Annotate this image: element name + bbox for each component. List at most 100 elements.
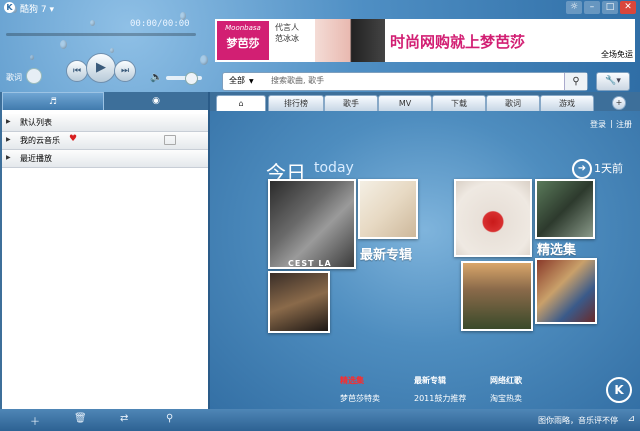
album-cover[interactable] bbox=[461, 261, 533, 331]
delete-icon[interactable]: 🗑 bbox=[74, 413, 87, 424]
tab-singers[interactable]: 歌手 bbox=[324, 95, 378, 111]
search-box: 全部▼ ⚲ bbox=[222, 72, 588, 91]
skip-back-icon: ⏮ bbox=[72, 66, 82, 76]
wrench-icon: 🔧▾ bbox=[605, 76, 621, 86]
maximize-button[interactable]: □ bbox=[602, 1, 618, 14]
volume-knob[interactable] bbox=[185, 72, 199, 85]
kugou-window: K 酷狗 7 ▾ ☼ – □ ✕ 00:00/00:00 歌词 ⏮ ▶ ⏭ 🔈 bbox=[0, 0, 640, 431]
music-tab[interactable]: ♬ bbox=[2, 92, 104, 111]
playlist-item[interactable]: ▶ 默认列表 bbox=[2, 114, 208, 132]
water-drop bbox=[60, 40, 67, 49]
skin-button[interactable]: ☼ bbox=[566, 1, 582, 14]
grip-icon[interactable]: ⊿ bbox=[627, 414, 635, 424]
triangle-right-icon: ▶ bbox=[6, 118, 11, 125]
skip-forward-icon: ⏭ bbox=[120, 66, 130, 76]
account-separator: | bbox=[610, 119, 613, 128]
lyrics-toggle[interactable]: 歌词 bbox=[6, 72, 22, 83]
add-tab-button[interactable]: + bbox=[612, 96, 626, 110]
previous-button[interactable]: ⏮ bbox=[66, 60, 88, 82]
minimize-button[interactable]: – bbox=[584, 1, 600, 14]
status-text: 图你雨略，音乐评不停 bbox=[538, 416, 618, 425]
app-title[interactable]: 酷狗 7 ▾ bbox=[20, 2, 54, 15]
home-icon: ⌂ bbox=[238, 99, 244, 108]
tab-lyrics[interactable]: 歌词 bbox=[486, 95, 540, 111]
album-cover[interactable] bbox=[268, 271, 330, 333]
sort-icon[interactable]: ⇄ bbox=[120, 413, 128, 424]
left-panel-tabs: ♬ ◉ bbox=[2, 92, 208, 111]
disc-icon: ◉ bbox=[152, 96, 160, 106]
album-cover[interactable] bbox=[358, 179, 418, 239]
tab-download[interactable]: 下载 bbox=[432, 95, 486, 111]
water-drop bbox=[200, 55, 208, 65]
main-tabs: ⌂ 排行榜 歌手 MV 下载 歌词 游戏 + bbox=[210, 95, 640, 111]
heart-icon: ♥ bbox=[69, 134, 78, 144]
playlist-item[interactable]: ▶ 我的云音乐 ♥ bbox=[2, 132, 208, 150]
triangle-right-icon: ▶ bbox=[6, 154, 11, 161]
play-icon: ▶ bbox=[96, 60, 106, 75]
playlist-label: 默认列表 bbox=[20, 118, 52, 127]
promo-link[interactable]: 淘宝热卖 bbox=[490, 393, 522, 404]
water-drop bbox=[110, 48, 114, 53]
search-icon[interactable]: ⚲ bbox=[166, 413, 173, 424]
kugou-logo-icon: K bbox=[4, 2, 15, 13]
new-album-header-link[interactable]: 最新专辑 bbox=[414, 375, 446, 386]
ad-photo bbox=[315, 19, 385, 62]
bottom-toolbar: ＋ 🗑 ⇄ ⚲ 图你雨略，音乐评不停 ⊿ bbox=[0, 409, 640, 431]
ad-footer: 全场免运 bbox=[601, 50, 633, 59]
playlist-item[interactable]: ▶ 最近播放 bbox=[2, 150, 208, 168]
play-button[interactable]: ▶ bbox=[86, 53, 116, 83]
search-icon: ⚲ bbox=[572, 76, 580, 87]
ad-brand-logo: Moonbasa 梦芭莎 bbox=[217, 21, 269, 60]
window-controls: ☼ – □ ✕ bbox=[566, 1, 636, 14]
search-category-dropdown[interactable]: 全部 ▼ bbox=[229, 75, 254, 86]
volume-icon[interactable]: 🔈 bbox=[150, 72, 162, 83]
ad-spokesperson: 代言人 范冰冰 bbox=[275, 23, 299, 43]
tab-mv[interactable]: MV bbox=[378, 95, 432, 111]
title-bar[interactable]: K 酷狗 7 ▾ ☼ – □ ✕ bbox=[0, 0, 640, 16]
home-content: 登录 | 注册 今日 today ➜ 1天前 CEST LA 最新专辑 精选集 … bbox=[210, 111, 640, 409]
tab-charts[interactable]: 排行榜 bbox=[268, 95, 324, 111]
album-cover[interactable] bbox=[535, 258, 597, 324]
volume-slider[interactable] bbox=[166, 72, 202, 85]
search-input[interactable] bbox=[271, 74, 551, 87]
days-ago-link[interactable]: 1天前 bbox=[594, 160, 623, 176]
ad-brand-en: Moonbasa bbox=[225, 24, 261, 32]
radio-tab[interactable]: ◉ bbox=[104, 92, 208, 110]
progress-bar[interactable] bbox=[6, 33, 196, 36]
today-subtitle: today bbox=[314, 160, 354, 176]
player-header: K 酷狗 7 ▾ ☼ – □ ✕ 00:00/00:00 歌词 ⏮ ▶ ⏭ 🔈 bbox=[0, 0, 640, 92]
album-cover[interactable] bbox=[454, 179, 532, 257]
tab-home[interactable]: ⌂ bbox=[216, 95, 266, 111]
ad-brand-cn: 梦芭莎 bbox=[226, 37, 260, 50]
next-button[interactable]: ⏭ bbox=[114, 60, 136, 82]
featured-label[interactable]: 精选集 bbox=[537, 239, 576, 258]
add-icon[interactable]: ＋ bbox=[30, 413, 40, 428]
tab-games[interactable]: 游戏 bbox=[540, 95, 594, 111]
plus-icon: + bbox=[615, 98, 623, 107]
promo-link[interactable]: 2011鼓力推荐 bbox=[414, 393, 466, 404]
tools-button[interactable]: 🔧▾ bbox=[596, 72, 630, 91]
water-drop bbox=[90, 20, 95, 26]
register-link[interactable]: 注册 bbox=[616, 119, 632, 130]
triangle-right-icon: ▶ bbox=[6, 136, 11, 143]
close-button[interactable]: ✕ bbox=[620, 1, 636, 14]
promo-link[interactable]: 梦芭莎特卖 bbox=[340, 393, 380, 404]
search-button[interactable]: ⚲ bbox=[564, 73, 587, 90]
arrow-right-icon[interactable]: ➜ bbox=[572, 159, 592, 179]
banner-ad[interactable]: Moonbasa 梦芭莎 代言人 范冰冰 时尚网购就上梦芭莎 全场免运 bbox=[215, 19, 635, 62]
playlist-panel: ▶ 默认列表 ▶ 我的云音乐 ♥ ▶ 最近播放 bbox=[2, 110, 208, 409]
message-icon[interactable] bbox=[164, 135, 176, 145]
login-link[interactable]: 登录 bbox=[590, 119, 606, 130]
web-hits-header-link[interactable]: 网络红歌 bbox=[490, 375, 522, 386]
ad-slogan: 时尚网购就上梦芭莎 bbox=[390, 33, 526, 51]
new-album-label[interactable]: 最新专辑 bbox=[360, 244, 412, 263]
disc-icon[interactable] bbox=[26, 68, 42, 84]
album-cover[interactable]: CEST LA bbox=[268, 179, 356, 269]
featured-header-link[interactable]: 精选集 bbox=[340, 375, 364, 386]
playlist-label: 最近播放 bbox=[20, 154, 52, 163]
chevron-down-icon: ▼ bbox=[249, 78, 254, 85]
playlist-label: 我的云音乐 bbox=[20, 136, 60, 145]
time-display: 00:00/00:00 bbox=[130, 19, 190, 29]
album-cover[interactable] bbox=[535, 179, 595, 239]
music-note-icon: ♬ bbox=[48, 97, 58, 107]
